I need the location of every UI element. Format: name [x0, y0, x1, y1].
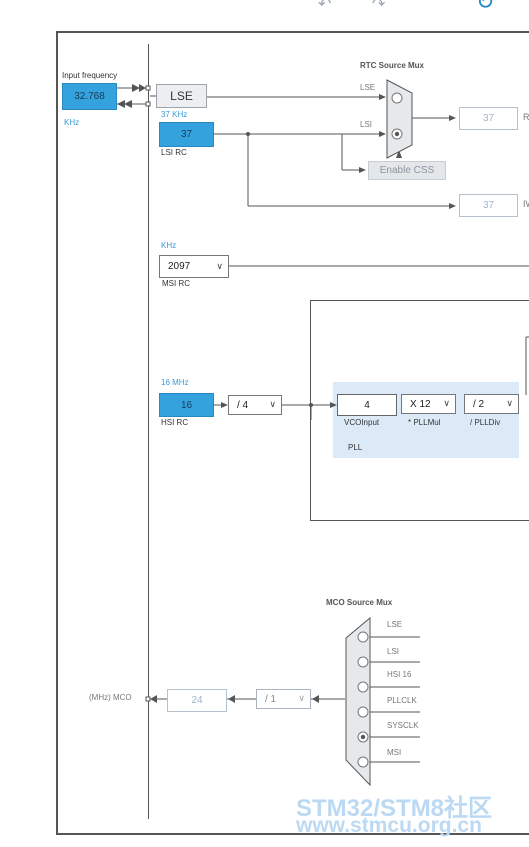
- hsi-value-box[interactable]: 16: [159, 393, 214, 417]
- iwdg-output-box[interactable]: 37: [459, 194, 518, 217]
- iwdg-output-label: IW: [523, 199, 529, 209]
- pll-title: PLL: [348, 443, 363, 452]
- msi-frequency-value: 2097: [168, 261, 191, 272]
- hsi-name-label: HSI RC: [161, 418, 189, 427]
- chevron-down-icon: ∨: [298, 692, 305, 703]
- mco-input-msi: MSI: [387, 748, 402, 757]
- pll-div-select[interactable]: / 2 ∨: [464, 394, 519, 414]
- chevron-down-icon: ∨: [506, 397, 513, 408]
- pll-mul-label: * PLLMul: [408, 418, 441, 427]
- chevron-down-icon: ∨: [216, 260, 223, 271]
- rtc-mux-title: RTC Source Mux: [360, 61, 425, 70]
- hsi-prediv-select[interactable]: / 4 ∨: [228, 395, 282, 415]
- lsi-name-label: LSI RC: [161, 148, 187, 157]
- pll-div-value: / 2: [473, 398, 485, 410]
- mco-input-lse: LSE: [387, 620, 403, 629]
- rtc-output-box[interactable]: 37: [459, 107, 518, 130]
- hsi-prediv-value: / 4: [237, 399, 249, 411]
- input-frequency-field[interactable]: 32.768: [62, 83, 117, 110]
- lse-block[interactable]: LSE: [156, 84, 207, 108]
- mco-divider-select[interactable]: / 1 ∨: [256, 689, 311, 709]
- mco-input-hsi: HSI 16: [387, 670, 412, 679]
- msi-frequency-select[interactable]: 2097 ∨: [159, 255, 229, 278]
- mco-output-box[interactable]: 24: [167, 689, 227, 712]
- msi-unit-label: KHz: [161, 241, 177, 250]
- mco-output-label: (MHz) MCO: [89, 693, 132, 702]
- mco-mux-title: MCO Source Mux: [326, 598, 393, 607]
- pll-mul-value: X 12: [410, 398, 431, 410]
- pll-div-label: / PLLDiv: [470, 418, 501, 427]
- msi-name-label: MSI RC: [162, 279, 190, 288]
- wires: [117, 79, 529, 787]
- mco-input-lsi: LSI: [387, 647, 400, 656]
- input-frequency-label: Input frequency: [62, 71, 118, 80]
- rtc-output-label: R: [523, 112, 529, 122]
- rtc-mux-input-lsi: LSI: [360, 120, 373, 129]
- hsi-frequency-label: 16 MHz: [161, 378, 189, 387]
- watermark-line2: www.stmcu.org.cn: [296, 814, 482, 837]
- vco-input-label: VCOInput: [344, 418, 380, 427]
- lsi-value-box[interactable]: 37: [159, 122, 214, 147]
- chevron-down-icon: ∨: [269, 398, 276, 409]
- input-frequency-unit: KHz: [64, 118, 80, 127]
- mco-input-sysclk: SYSCLK: [387, 721, 419, 730]
- chevron-down-icon: ∨: [443, 397, 450, 408]
- enable-css-button[interactable]: Enable CSS: [368, 161, 446, 180]
- pll-mul-select[interactable]: X 12 ∨: [401, 394, 456, 414]
- mco-input-pllclk: PLLCLK: [387, 696, 417, 705]
- mco-divider-value: / 1: [265, 693, 277, 705]
- vco-input-box[interactable]: 4: [337, 394, 397, 416]
- rtc-mux-input-lse: LSE: [360, 83, 376, 92]
- lsi-frequency-label: 37 KHz: [161, 110, 188, 119]
